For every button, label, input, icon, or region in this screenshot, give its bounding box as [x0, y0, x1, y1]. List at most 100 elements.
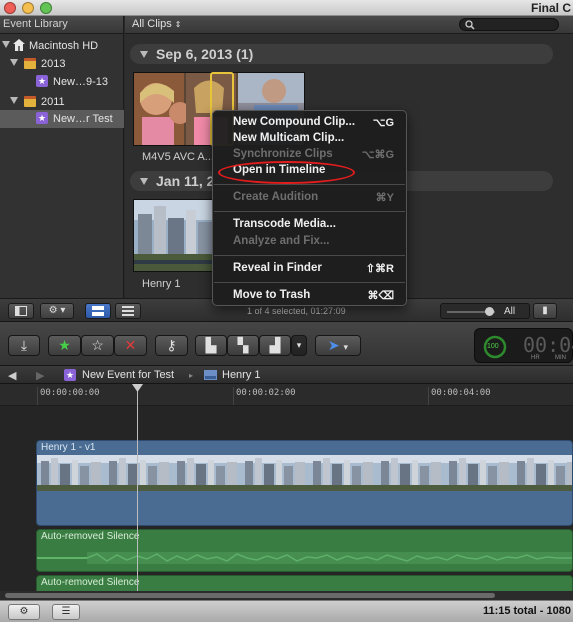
menu-item-label: Transcode Media... — [233, 218, 336, 230]
library-item-event-2013[interactable]: ★ New…9-13 — [0, 73, 124, 91]
import-media-button[interactable]: ⤓ — [8, 335, 40, 356]
home-drive-icon — [13, 39, 25, 51]
zoom-slider-knob[interactable] — [485, 307, 494, 316]
minimize-window-button[interactable] — [22, 2, 34, 14]
timeline-area[interactable]: Henry 1 - v1 Auto-removed Silence Auto-r… — [0, 406, 573, 595]
disclosure-triangle-icon[interactable] — [10, 97, 18, 104]
menu-separator — [214, 184, 405, 185]
clip-appearance-button[interactable]: ▮ — [533, 303, 557, 319]
close-window-button[interactable] — [4, 2, 16, 14]
highlight-annotation-circle — [218, 161, 355, 184]
reject-x-icon: ✕ — [124, 337, 137, 353]
disclosure-triangle-icon[interactable] — [10, 59, 18, 66]
disclosure-triangle-icon[interactable] — [140, 51, 148, 58]
video-clip-henry-1[interactable]: Henry 1 - v1 — [36, 440, 573, 526]
filmstrip-view-button[interactable] — [85, 303, 111, 319]
browser-search-input[interactable] — [459, 18, 559, 31]
clip-thumbnail-henry-1[interactable] — [133, 199, 213, 272]
mark-favorite-button[interactable]: ★ — [48, 335, 81, 356]
group-title: Sep 6, 2013 (1) — [156, 46, 254, 62]
menu-item-new-multicam-clip[interactable]: New Multicam Clip... — [213, 132, 406, 147]
audio-waveform — [37, 552, 572, 564]
date-group-header-1[interactable]: Sep 6, 2013 (1) — [130, 44, 553, 64]
timeline-ruler[interactable]: 00:00:00:00 00:00:02:00 00:00:04:00 — [0, 384, 573, 406]
progress-value: 100 — [487, 343, 499, 350]
library-item-label: New…9-13 — [53, 76, 109, 88]
dashboard-timecode: 100 00:04 HR MIN — [474, 328, 573, 363]
library-item-2011[interactable]: 2011 — [0, 93, 124, 111]
timeline-scrollbar-thumb[interactable] — [5, 593, 495, 598]
search-icon — [465, 20, 475, 30]
library-item-2013[interactable]: 2013 — [0, 55, 124, 73]
menu-item-label: Reveal in Finder — [233, 262, 322, 274]
insert-clip-button[interactable]: ▚ — [227, 335, 259, 356]
breadcrumb-project[interactable]: Henry 1 — [222, 369, 261, 381]
import-icon: ⤓ — [20, 337, 28, 353]
menu-item-shortcut: ⌥⌘G — [361, 149, 394, 161]
menu-item-move-to-trash[interactable]: Move to Trash ⌘⌫ — [213, 289, 406, 304]
menu-item-reveal-in-finder[interactable]: Reveal in Finder ⇧⌘R — [213, 262, 406, 277]
event-library-header: Event Library — [0, 16, 124, 34]
list-icon: ☰ — [61, 606, 71, 617]
selection-info: 1 of 4 selected, 01:27:09 — [247, 306, 346, 316]
window-title-bar: Final C — [0, 0, 573, 16]
forward-arrow-icon[interactable]: ▶ — [36, 369, 44, 382]
disclosure-triangle-icon[interactable] — [140, 178, 148, 185]
unrate-button[interactable]: ☆ — [81, 335, 114, 356]
library-item-macintosh-hd[interactable]: Macintosh HD — [0, 37, 124, 55]
show-library-button[interactable] — [8, 303, 34, 319]
connect-clip-button[interactable]: ▙ — [195, 335, 227, 356]
calendar-folder-icon — [24, 58, 36, 69]
back-arrow-icon[interactable]: ◀ — [8, 369, 16, 382]
append-icon: ▟ — [269, 337, 281, 353]
disclosure-triangle-icon[interactable] — [2, 41, 10, 48]
zoom-window-button[interactable] — [40, 2, 52, 14]
empty-star-icon: ☆ — [91, 337, 104, 353]
action-menu-button[interactable]: ⚙ ▾ — [40, 303, 74, 319]
menu-item-label: Move to Trash — [233, 289, 311, 301]
video-filmstrip — [37, 455, 572, 491]
filled-star-icon: ★ — [58, 337, 71, 353]
clip-filmstrip-image — [134, 200, 212, 271]
menu-item-shortcut: ⇧⌘R — [365, 263, 394, 275]
menu-separator — [214, 255, 405, 256]
menu-item-transcode-media[interactable]: Transcode Media... — [213, 218, 406, 233]
select-tool-button[interactable]: ➤ ▾ — [315, 335, 361, 356]
menu-item-label: New Multicam Clip... — [233, 132, 345, 144]
clip-name-m4v5: M4V5 AVC A... — [142, 151, 214, 163]
clip-filter-menu[interactable]: All Clips ⇕ — [132, 18, 182, 30]
menu-item-new-compound-clip[interactable]: New Compound Clip... ⌥G — [213, 116, 406, 131]
menu-item-create-audition: Create Audition ⌘Y — [213, 191, 406, 206]
ruler-label: 00:00:04:00 — [431, 388, 491, 398]
playhead[interactable] — [137, 384, 138, 591]
clip-list-button[interactable]: ☰ — [52, 604, 80, 620]
insert-icon: ▚ — [237, 337, 249, 353]
keyword-editor-button[interactable]: ⚷ — [155, 335, 188, 356]
menu-separator — [214, 282, 405, 283]
edit-menu-button[interactable]: ▾ — [291, 335, 307, 356]
menu-item-label: New Compound Clip... — [233, 116, 356, 128]
menu-item-shortcut: ⌥G — [372, 117, 394, 129]
event-library-title: Event Library — [3, 18, 68, 30]
audio-clip-label: Auto-removed Silence — [41, 577, 140, 588]
clip-zoom-slider[interactable]: All — [440, 303, 530, 319]
audio-clip-label: Auto-removed Silence — [41, 531, 140, 542]
film-reel-icon: ⚙ — [19, 606, 29, 617]
menu-item-label: Create Audition — [233, 191, 319, 203]
menu-item-label: Synchronize Clips — [233, 148, 333, 160]
audio-clip-silence-1[interactable]: Auto-removed Silence — [36, 529, 573, 572]
main-toolbar: ⤓ ★ ☆ ✕ ⚷ ▙ ▚ ▟ ▾ ➤ ▾ 100 00:04 HR MIN — [0, 322, 573, 366]
breadcrumb-event[interactable]: New Event for Test — [82, 369, 174, 381]
group-title: Jan 11, 2 — [156, 173, 215, 189]
library-item-event-2011[interactable]: ★ New…r Test — [0, 110, 124, 128]
ruler-label: 00:00:02:00 — [236, 388, 296, 398]
append-clip-button[interactable]: ▟ — [259, 335, 291, 356]
sidebar-toggle-icon — [15, 306, 27, 316]
ruler-label: 00:00:00:00 — [40, 388, 100, 398]
timeline-index-button[interactable]: ⚙ — [8, 604, 40, 620]
zoom-all-label: All — [504, 306, 516, 317]
list-view-button[interactable] — [115, 303, 141, 319]
chevron-down-icon: ▾ — [296, 340, 302, 350]
reject-button[interactable]: ✕ — [114, 335, 147, 356]
menu-item-label: Analyze and Fix... — [233, 235, 330, 247]
